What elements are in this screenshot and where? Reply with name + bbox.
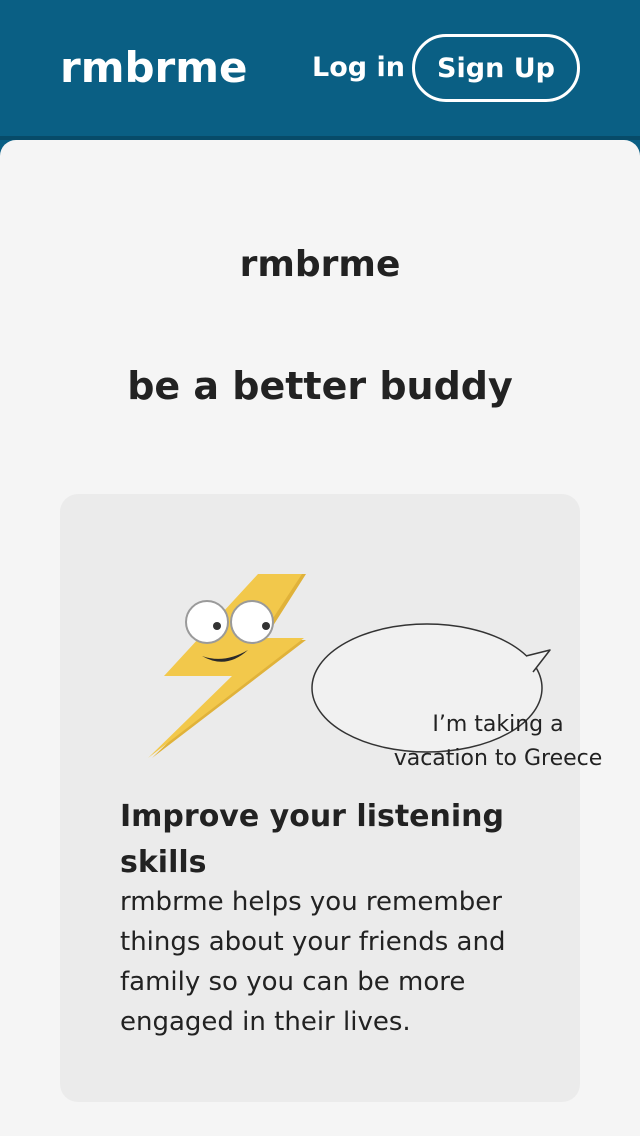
feature-illustration: I’m taking a vacation to Greece bbox=[140, 564, 602, 771]
bolt-body bbox=[148, 574, 304, 758]
mascot-right-pupil bbox=[262, 622, 270, 630]
mascot-left-pupil bbox=[213, 622, 221, 630]
mascot-right-eye bbox=[230, 600, 274, 644]
login-link[interactable]: Log in bbox=[312, 50, 405, 86]
brand-logo[interactable]: rmbrme bbox=[60, 42, 248, 94]
hero-tagline: be a better buddy bbox=[127, 364, 513, 408]
mascot-left-eye bbox=[185, 600, 229, 644]
feature-description: rmbrme helps you remember things about y… bbox=[120, 887, 506, 1037]
speech-bubble-text: I’m taking a vacation to Greece bbox=[393, 712, 603, 771]
feature-card: I’m taking a vacation to Greece Improve … bbox=[60, 494, 602, 1102]
signup-button[interactable]: Sign Up bbox=[412, 34, 580, 102]
top-nav-bar: rmbrme Log in Sign Up bbox=[0, 0, 640, 140]
main-content: rmbrme be a better buddy I’m taking a va… bbox=[0, 140, 640, 1136]
feature-title: Improve your listening skills bbox=[120, 799, 504, 880]
hero-title: rmbrme bbox=[239, 244, 401, 285]
